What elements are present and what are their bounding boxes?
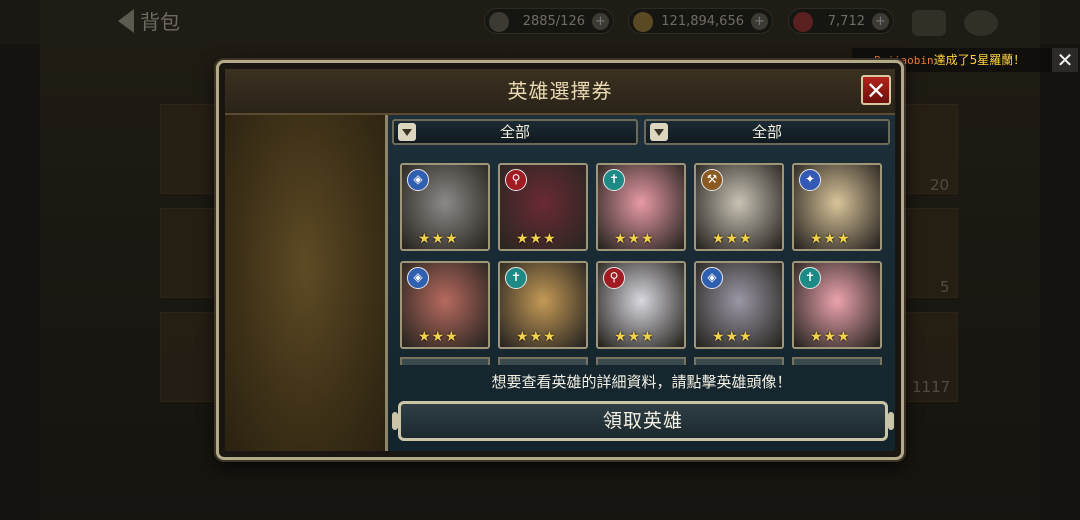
stamina-icon: [489, 12, 509, 32]
ruby-icon: [793, 12, 813, 32]
hero-card-partial: [596, 357, 686, 365]
hero-card[interactable]: ⚲ ★★★: [498, 163, 588, 251]
back-arrow-icon: [118, 8, 134, 33]
inventory-slot: [160, 104, 222, 194]
star-rating: ★★★: [712, 329, 753, 345]
add-stamina-button[interactable]: +: [592, 13, 609, 30]
star-rating: ★★★: [418, 231, 459, 247]
wand-class-icon: ⚲: [505, 169, 527, 191]
hero-card[interactable]: ⚒ ★★★: [694, 163, 784, 251]
hint-text: 想要查看英雄的詳細資料，請點擊英雄頭像！: [491, 373, 792, 391]
filter-left-label: 全部: [499, 123, 530, 141]
dialog-title: 英雄選擇券: [507, 79, 613, 103]
gold-counter: 121,894,656 +: [628, 8, 773, 34]
gold-coin-icon: [633, 12, 653, 32]
chat-icon[interactable]: [964, 10, 998, 36]
ruby-value: 7,712: [827, 13, 865, 29]
stamina-value: 2885/126: [522, 13, 585, 29]
star-rating: ★★★: [614, 329, 655, 345]
close-button[interactable]: ✕: [861, 75, 891, 105]
wand-class-icon: ⚲: [603, 267, 625, 289]
filter-right-label: 全部: [751, 123, 782, 141]
back-button[interactable]: 背包: [118, 6, 180, 35]
dropdown-arrow-icon: [398, 123, 416, 141]
hero-preview-panel: [225, 115, 388, 451]
item-count: 20: [930, 176, 950, 194]
add-gold-button[interactable]: +: [751, 13, 768, 30]
back-label: 背包: [140, 10, 180, 34]
shield-class-icon: ◈: [407, 169, 429, 191]
hero-card-partial: [694, 357, 784, 365]
hero-card[interactable]: ◈ ★★★: [400, 163, 490, 251]
hero-card[interactable]: ✝ ★★★: [498, 261, 588, 349]
inventory-slot: [160, 312, 222, 402]
dropdown-arrow-icon: [650, 123, 668, 141]
shield-class-icon: ◈: [701, 267, 723, 289]
hero-list-panel: 全部 全部 ◈ ★★★ ⚲ ★★★ ✝ ★★★ ⚒ ★★★ ✦ ★★★ ◈ ★★★ ✝ ★★★ ⚲ ★★★ ◈ ★…: [388, 115, 895, 451]
hero-card-partial: [792, 357, 882, 365]
stamina-counter: 2885/126 +: [484, 8, 614, 34]
star-rating: ★★★: [810, 329, 851, 345]
shield-class-icon: ◈: [407, 267, 429, 289]
star-rating: ★★★: [712, 231, 753, 247]
item-count: 5: [940, 278, 950, 296]
hero-card[interactable]: ◈ ★★★: [694, 261, 784, 349]
hero-card[interactable]: ◈ ★★★: [400, 261, 490, 349]
inventory-slot: [160, 208, 222, 298]
filter-dropdown-left[interactable]: 全部: [392, 119, 638, 145]
cross-class-icon: ✝: [505, 267, 527, 289]
top-bar: 背包 2885/126 + 121,894,656 + 7,712 +: [0, 0, 1080, 44]
star-rating: ★★★: [516, 231, 557, 247]
hero-card[interactable]: ✝ ★★★: [792, 261, 882, 349]
toast-message: 達成了5星羅蘭！: [933, 53, 1026, 67]
dialog-header: 英雄選擇券 ✕: [225, 69, 895, 115]
filter-dropdown-right[interactable]: 全部: [644, 119, 890, 145]
hero-card-partial: [498, 357, 588, 365]
add-ruby-button[interactable]: +: [872, 13, 889, 30]
mail-icon[interactable]: [912, 10, 946, 36]
star-rating: ★★★: [810, 231, 851, 247]
star-rating: ★★★: [614, 231, 655, 247]
inventory-slot: [900, 104, 958, 194]
hero-card[interactable]: ✦ ★★★: [792, 163, 882, 251]
toast-close-button[interactable]: ✕: [1052, 48, 1078, 72]
cross-class-icon: ✝: [603, 169, 625, 191]
hero-card[interactable]: ⚲ ★★★: [596, 261, 686, 349]
gun-class-icon: ✦: [799, 169, 821, 191]
ruby-counter: 7,712 +: [788, 8, 894, 34]
axe-class-icon: ⚒: [701, 169, 723, 191]
claim-hero-button[interactable]: 領取英雄: [392, 401, 894, 441]
hero-card[interactable]: ✝ ★★★: [596, 163, 686, 251]
gold-value: 121,894,656: [661, 13, 744, 29]
star-rating: ★★★: [418, 329, 459, 345]
cross-class-icon: ✝: [799, 267, 821, 289]
hero-card-partial: [400, 357, 490, 365]
hero-select-dialog: 英雄選擇券 ✕ 全部 全部 ◈ ★★★ ⚲ ★★★ ✝ ★★★ ⚒ ★★★ ✦ ★★★ ◈ ★★★ ✝ ★…: [216, 60, 904, 460]
item-count: 1117: [912, 378, 951, 396]
star-rating: ★★★: [516, 329, 557, 345]
